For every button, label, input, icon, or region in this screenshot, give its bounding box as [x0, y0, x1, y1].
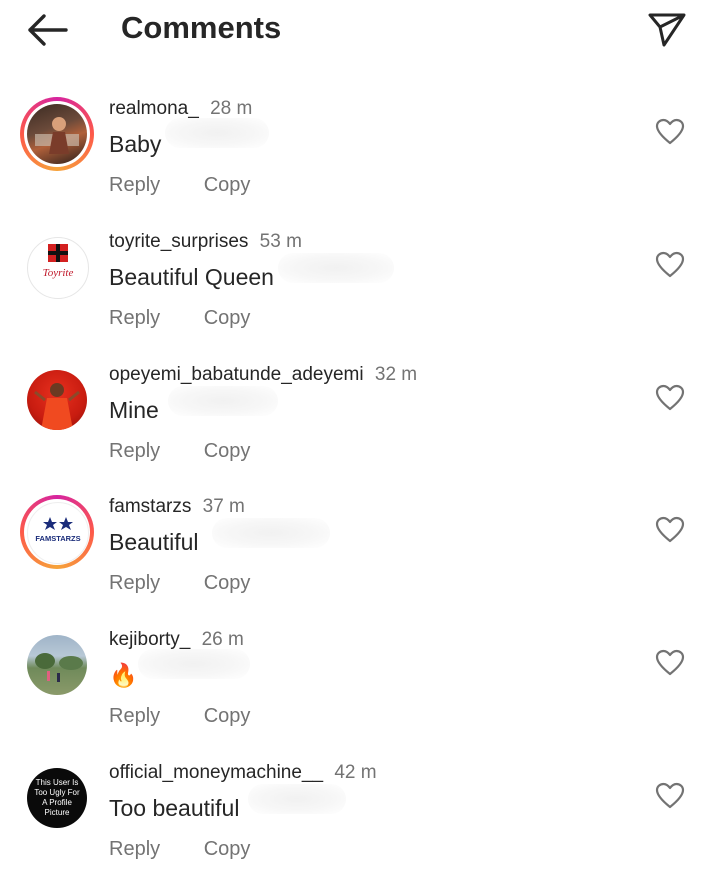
comment-text: Beautiful Queen: [109, 264, 274, 290]
comment-item: FAMSTARZS famstarzs 37 m Beautiful Reply…: [0, 478, 720, 610]
avatar[interactable]: Toyrite: [20, 230, 94, 304]
heart-outline-icon[interactable]: [655, 384, 685, 412]
comment-text: 🔥: [109, 662, 138, 688]
comment-username[interactable]: opeyemi_babatunde_adeyemi: [109, 364, 364, 385]
comment-text: Too beautiful: [109, 795, 240, 821]
page-title: Comments: [121, 10, 282, 45]
avatar[interactable]: [20, 628, 94, 702]
arrow-left-icon[interactable]: [26, 12, 68, 48]
copy-button[interactable]: Copy: [204, 705, 251, 728]
heart-outline-icon[interactable]: [655, 782, 685, 810]
comment-username[interactable]: realmona_: [109, 98, 199, 119]
reply-button[interactable]: Reply: [109, 838, 160, 861]
copy-button[interactable]: Copy: [204, 440, 251, 463]
blurred-content: [168, 386, 278, 416]
comment-username[interactable]: famstarzs: [109, 496, 191, 517]
comment-time: 32 m: [374, 364, 418, 385]
comment-item: opeyemi_babatunde_adeyemi 32 m Mine Repl…: [0, 346, 720, 478]
comment-text: Beautiful: [109, 529, 199, 555]
avatar-brand-text: FAMSTARZS: [35, 534, 80, 543]
comment-time: 42 m: [334, 762, 377, 783]
comment-username[interactable]: official_moneymachine__: [109, 762, 323, 783]
comment-time: 53 m: [259, 231, 302, 252]
reply-button[interactable]: Reply: [109, 174, 160, 197]
comment-time: 37 m: [202, 496, 245, 517]
comment-time: 28 m: [210, 98, 253, 119]
avatar-caption: This User Is Too Ugly For A Profile Pict…: [34, 778, 80, 817]
avatar[interactable]: [20, 363, 94, 437]
avatar[interactable]: FAMSTARZS: [20, 495, 94, 569]
blurred-content: [212, 518, 330, 548]
heart-outline-icon[interactable]: [655, 118, 685, 146]
comment-time: 26 m: [201, 629, 244, 650]
blurred-content: [248, 784, 346, 814]
avatar[interactable]: This User Is Too Ugly For A Profile Pict…: [20, 761, 94, 835]
comment-item: This User Is Too Ugly For A Profile Pict…: [0, 744, 720, 876]
comment-text: Mine: [109, 397, 159, 423]
reply-button[interactable]: Reply: [109, 307, 160, 330]
comment-username[interactable]: kejiborty_: [109, 629, 190, 650]
copy-button[interactable]: Copy: [204, 572, 251, 595]
reply-button[interactable]: Reply: [109, 705, 160, 728]
comment-text: Baby: [109, 131, 162, 157]
paper-plane-icon[interactable]: [646, 9, 688, 49]
heart-outline-icon[interactable]: [655, 251, 685, 279]
copy-button[interactable]: Copy: [204, 174, 251, 197]
blurred-content: [138, 649, 250, 679]
heart-outline-icon[interactable]: [655, 649, 685, 677]
comment-item: kejiborty_ 26 m 🔥 Reply Copy: [0, 611, 720, 743]
avatar-brand-text: Toyrite: [43, 267, 74, 279]
header: Comments: [0, 0, 720, 60]
comment-item: Toyrite toyrite_surprises 53 m Beautiful…: [0, 213, 720, 345]
comment-username[interactable]: toyrite_surprises: [109, 231, 248, 252]
blurred-content: [278, 253, 394, 283]
copy-button[interactable]: Copy: [204, 838, 251, 861]
blurred-content: [165, 118, 269, 148]
comment-item: realmona_ 28 m Baby Reply Copy: [0, 80, 720, 212]
avatar[interactable]: [20, 97, 94, 171]
reply-button[interactable]: Reply: [109, 440, 160, 463]
reply-button[interactable]: Reply: [109, 572, 160, 595]
copy-button[interactable]: Copy: [204, 307, 251, 330]
heart-outline-icon[interactable]: [655, 516, 685, 544]
